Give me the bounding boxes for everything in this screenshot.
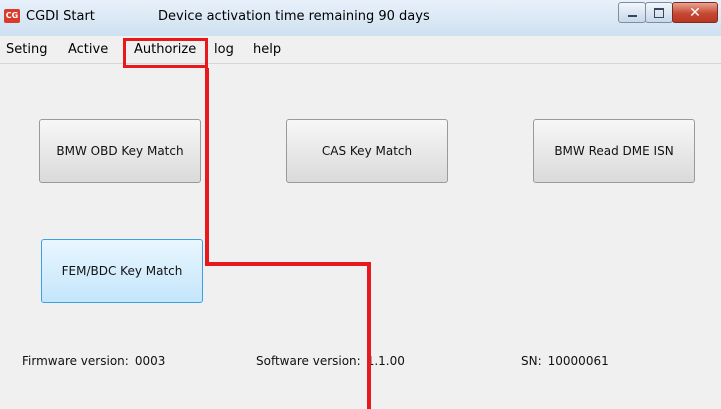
title-bar: CG CGDI Start Device activation time rem… [0, 0, 721, 36]
software-version: Software version: 1.1.00 [256, 354, 405, 368]
software-value: 1.1.00 [366, 354, 405, 368]
cas-key-match-button[interactable]: CAS Key Match [286, 119, 448, 183]
menu-bar: Seting Active Authorize log help [0, 36, 721, 64]
menu-seting[interactable]: Seting [6, 42, 47, 57]
close-button[interactable]: ✕ [672, 2, 718, 23]
close-icon: ✕ [689, 4, 701, 21]
firmware-label: Firmware version: [22, 354, 129, 368]
firmware-version: Firmware version: 0003 [22, 354, 165, 368]
app-icon: CG [4, 9, 20, 23]
annotation-line-vertical-2 [367, 262, 371, 409]
minimize-icon [627, 14, 637, 17]
serial-number: SN: 10000061 [521, 354, 609, 368]
menu-active[interactable]: Active [68, 42, 108, 57]
fem-bdc-key-match-button[interactable]: FEM/BDC Key Match [41, 239, 203, 303]
menu-log[interactable]: log [214, 42, 234, 57]
maximize-button[interactable] [645, 2, 673, 23]
bmw-obd-key-match-button[interactable]: BMW OBD Key Match [39, 119, 201, 183]
main-panel: BMW OBD Key Match CAS Key Match BMW Read… [0, 64, 721, 409]
menu-help[interactable]: help [253, 42, 281, 57]
sn-label: SN: [521, 354, 542, 368]
annotation-line-horizontal [205, 262, 370, 266]
sn-value: 10000061 [547, 354, 609, 368]
annotation-line-vertical-1 [205, 68, 209, 264]
software-label: Software version: [256, 354, 361, 368]
app-title: CGDI Start [26, 9, 95, 24]
activation-remaining-text: Device activation time remaining 90 days [158, 9, 430, 24]
bmw-read-dme-isn-button[interactable]: BMW Read DME ISN [533, 119, 695, 183]
authorize-highlight-box [123, 38, 208, 68]
maximize-icon [654, 7, 664, 18]
minimize-button[interactable] [618, 2, 646, 23]
firmware-value: 0003 [134, 354, 166, 368]
